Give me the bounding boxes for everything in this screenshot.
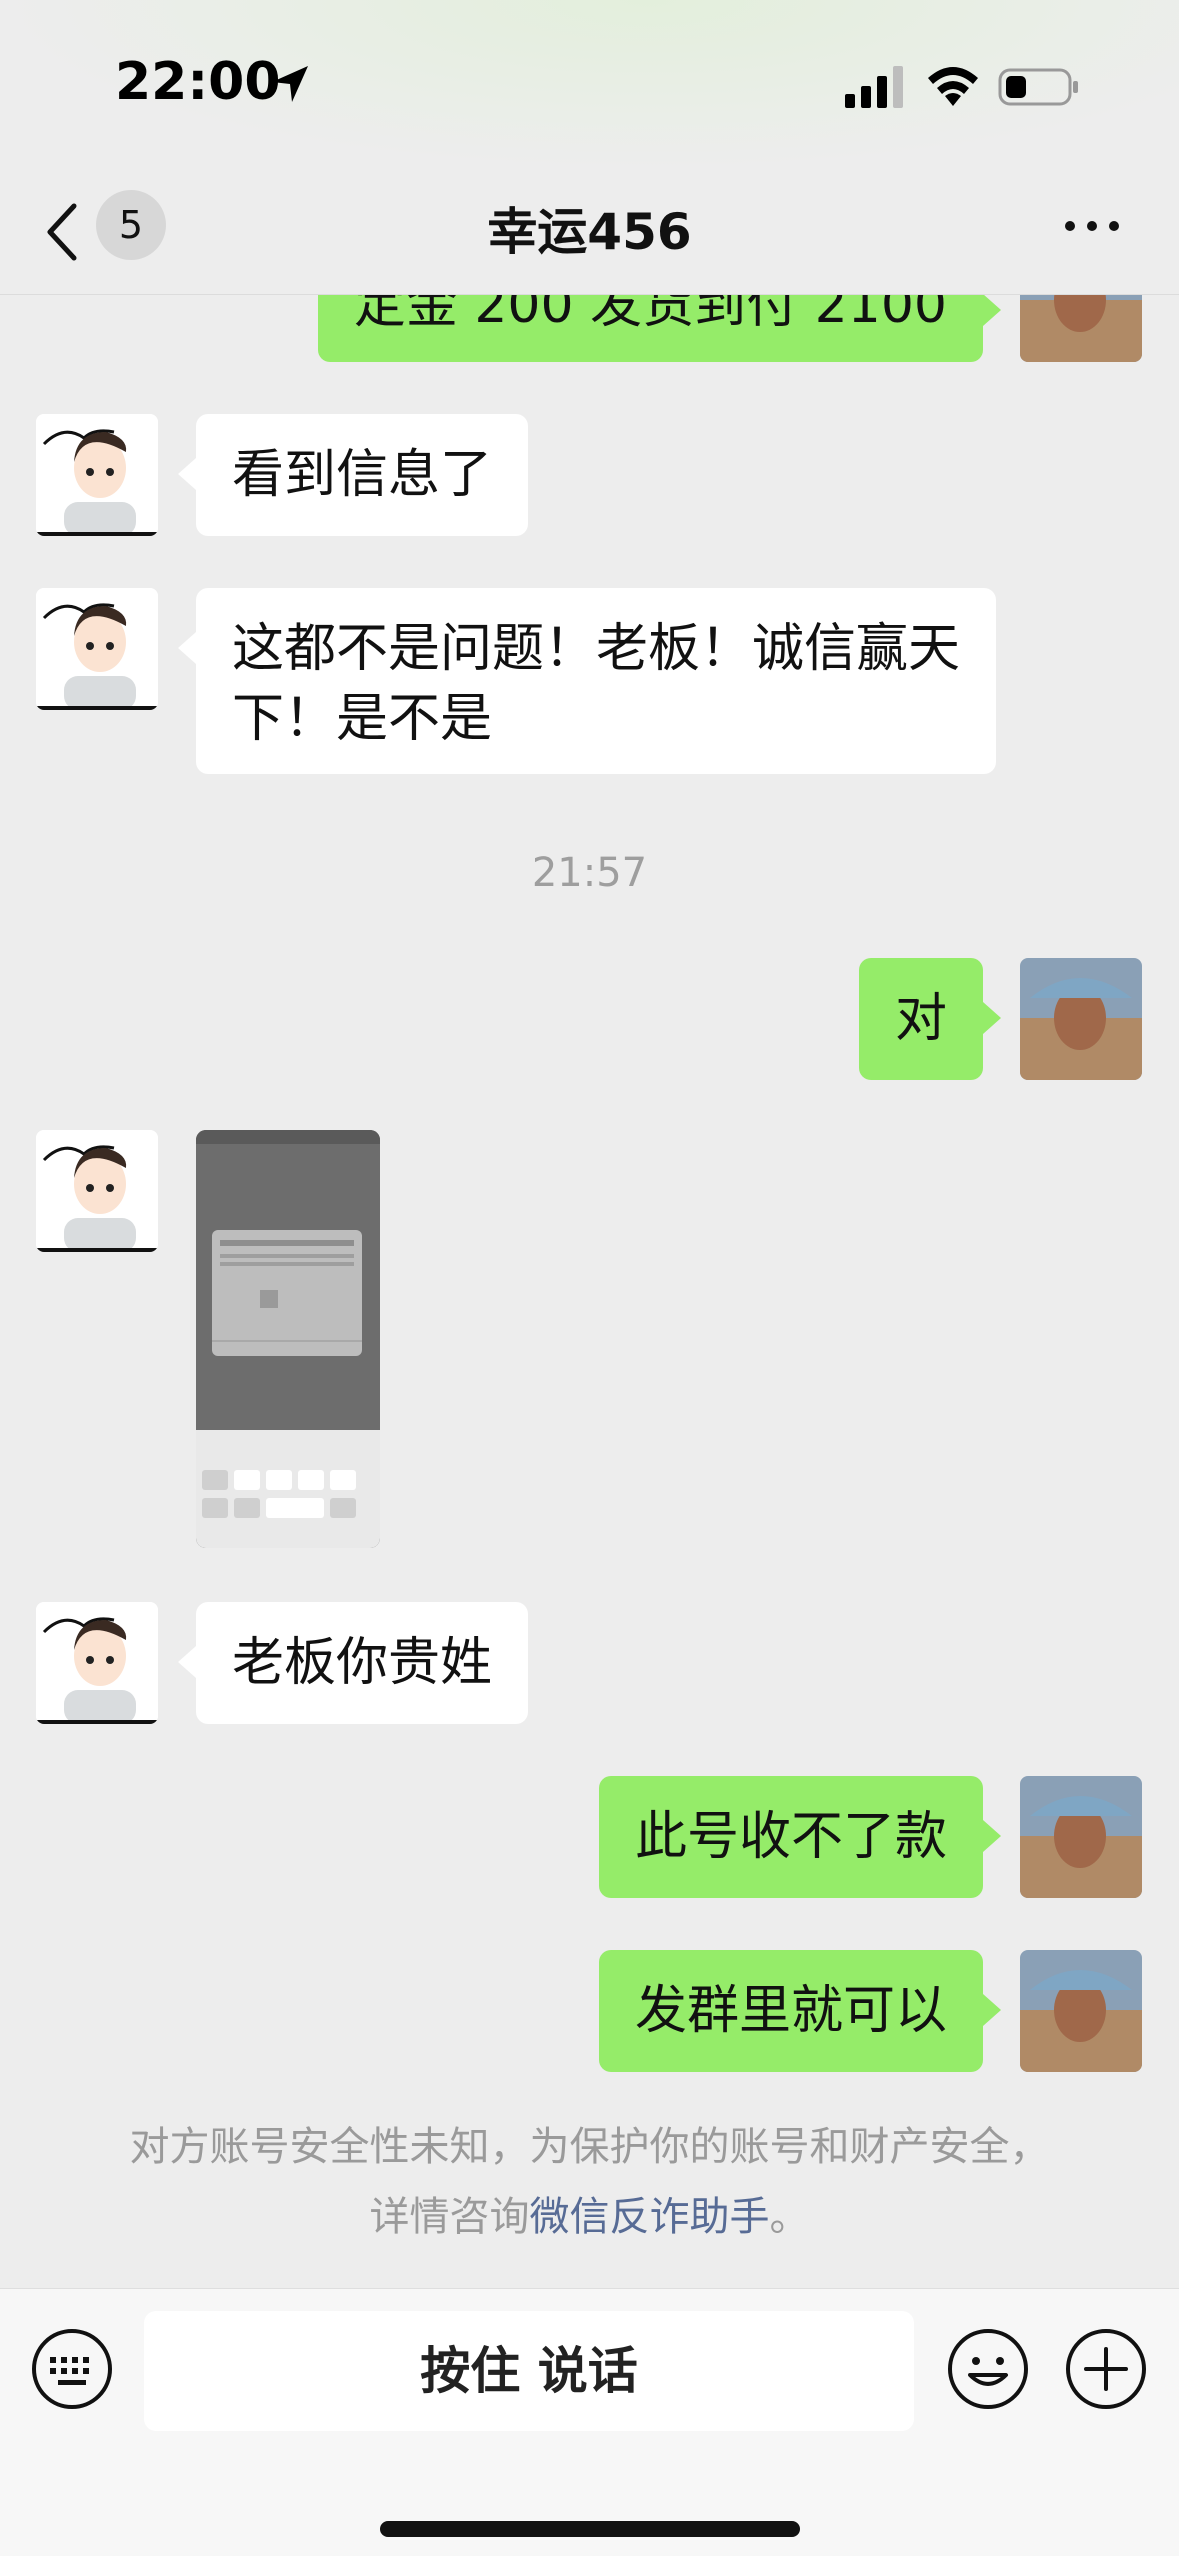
image-message[interactable]: [196, 1130, 380, 1548]
security-notice: 对方账号安全性未知，为保护你的账号和财产安全， 详情咨询微信反诈助手。: [60, 2112, 1119, 2252]
message-text: 老板你贵姓: [232, 1633, 493, 1693]
message-bubble-received[interactable]: 这都不是问题！老板！诚信赢天 下！是不是: [178, 588, 996, 774]
input-bar: 按住 说话: [0, 2288, 1179, 2556]
message-bubble-received[interactable]: 老板你贵姓: [177, 1602, 529, 1724]
more-options-icon[interactable]: [1062, 216, 1122, 236]
wifi-icon: [928, 67, 978, 106]
message-text: 看到信息了: [232, 445, 493, 505]
message-text-line: 下！是不是: [232, 689, 493, 749]
avatar-contact[interactable]: [36, 1602, 158, 1724]
emoji-icon[interactable]: [946, 2327, 1030, 2411]
message-bubble-sent[interactable]: 对: [858, 958, 1002, 1080]
status-bar: 22:00: [0, 0, 1179, 170]
avatar-self[interactable]: [1020, 1776, 1142, 1898]
cellular-signal-icon: [845, 66, 903, 108]
chat-timestamp: 21:57: [531, 850, 648, 896]
anti-fraud-link[interactable]: 微信反诈助手: [530, 2194, 770, 2240]
avatar-self[interactable]: [1020, 958, 1142, 1080]
message-text: 发群里就可以: [634, 1981, 947, 2041]
hold-to-talk-button[interactable]: 按住 说话: [144, 2311, 914, 2431]
avatar-contact[interactable]: [36, 414, 158, 536]
message-bubble-sent[interactable]: 此号收不了款: [598, 1776, 1002, 1898]
message-bubble-sent[interactable]: 发群里就可以: [598, 1950, 1002, 2072]
avatar-contact[interactable]: [36, 588, 158, 710]
message-bubble-received[interactable]: 看到信息了: [177, 414, 529, 536]
notice-prefix: 详情咨询: [369, 2194, 530, 2240]
chat-area[interactable]: 定金 200 发货到付 2100 看到信息了 这都不是问题！老板！诚信赢天 下！…: [0, 0, 1179, 2290]
screenshot-thumbnail-icon: [196, 1130, 380, 1548]
navigation-bar: 5 幸运456: [0, 170, 1179, 295]
keyboard-icon[interactable]: [30, 2327, 114, 2411]
status-time: 22:00: [115, 52, 281, 112]
notice-suffix: 。: [769, 2194, 810, 2240]
avatar-contact[interactable]: [36, 1130, 158, 1252]
message-text: 此号收不了款: [634, 1807, 947, 1867]
location-arrow-icon: [272, 66, 308, 102]
notice-line: 对方账号安全性未知，为保护你的账号和财产安全，: [129, 2124, 1050, 2170]
plus-icon[interactable]: [1064, 2327, 1148, 2411]
battery-icon: [998, 68, 1078, 106]
message-text-line: 这都不是问题！老板！诚信赢天: [232, 619, 961, 679]
avatar-self[interactable]: [1020, 1950, 1142, 2072]
notice-line: 详情咨询微信反诈助手。: [60, 2182, 1119, 2252]
chat-title: 幸运456: [487, 203, 692, 261]
home-indicator: [380, 2521, 800, 2537]
message-text: 对: [894, 989, 947, 1049]
